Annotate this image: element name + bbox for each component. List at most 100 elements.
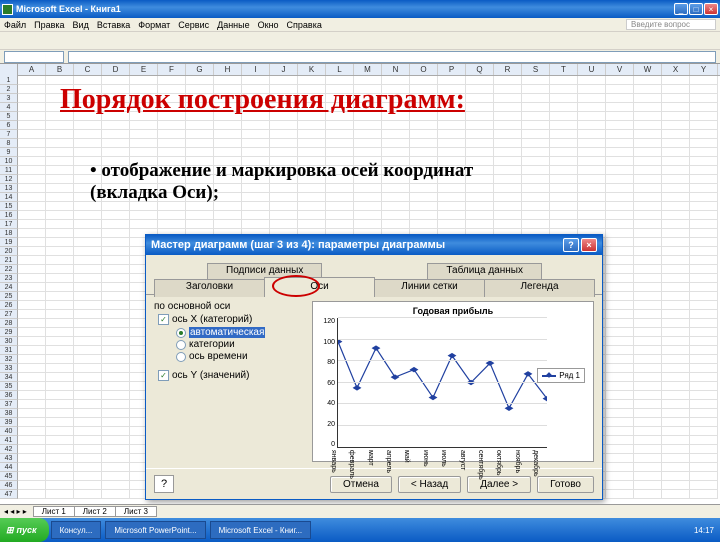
cell[interactable] (550, 220, 578, 229)
row-header[interactable]: 33 (0, 364, 18, 373)
cell[interactable] (270, 139, 298, 148)
col-header[interactable]: N (382, 64, 410, 75)
cell[interactable] (18, 382, 46, 391)
cell[interactable] (550, 193, 578, 202)
cell[interactable] (550, 85, 578, 94)
col-header[interactable]: B (46, 64, 74, 75)
cell[interactable] (634, 472, 662, 481)
cell[interactable] (18, 301, 46, 310)
cell[interactable] (494, 148, 522, 157)
cell[interactable] (578, 148, 606, 157)
cell[interactable] (662, 373, 690, 382)
cell[interactable] (522, 130, 550, 139)
cell[interactable] (298, 148, 326, 157)
cell[interactable] (242, 220, 270, 229)
cell[interactable] (466, 94, 494, 103)
cell[interactable] (662, 355, 690, 364)
col-header[interactable]: J (270, 64, 298, 75)
cell[interactable] (102, 211, 130, 220)
col-header[interactable]: A (18, 64, 46, 75)
tab-axes[interactable]: Оси (264, 277, 375, 295)
cell[interactable] (18, 328, 46, 337)
cell[interactable] (606, 103, 634, 112)
row-header[interactable]: 10 (0, 157, 18, 166)
cell[interactable] (634, 166, 662, 175)
cell[interactable] (606, 256, 634, 265)
cell[interactable] (634, 76, 662, 85)
cell[interactable] (690, 130, 718, 139)
cell[interactable] (46, 427, 74, 436)
cell[interactable] (102, 283, 130, 292)
cell[interactable] (634, 373, 662, 382)
cell[interactable] (690, 418, 718, 427)
cell[interactable] (130, 148, 158, 157)
cell[interactable] (18, 166, 46, 175)
cell[interactable] (690, 229, 718, 238)
cell[interactable] (606, 265, 634, 274)
cell[interactable] (382, 130, 410, 139)
cell[interactable] (74, 256, 102, 265)
cell[interactable] (606, 490, 634, 499)
cell[interactable] (494, 220, 522, 229)
cell[interactable] (634, 409, 662, 418)
row-header[interactable]: 3 (0, 94, 18, 103)
cell[interactable] (634, 202, 662, 211)
cell[interactable] (606, 283, 634, 292)
select-all-corner[interactable] (0, 64, 18, 76)
cell[interactable] (606, 229, 634, 238)
cell[interactable] (690, 112, 718, 121)
cell[interactable] (74, 481, 102, 490)
cell[interactable] (214, 148, 242, 157)
cell[interactable] (606, 274, 634, 283)
cell[interactable] (662, 148, 690, 157)
cell[interactable] (550, 139, 578, 148)
cell[interactable] (662, 472, 690, 481)
cell[interactable] (186, 148, 214, 157)
cell[interactable] (46, 481, 74, 490)
col-header[interactable]: I (242, 64, 270, 75)
cell[interactable] (102, 256, 130, 265)
cell[interactable] (74, 436, 102, 445)
col-header[interactable]: X (662, 64, 690, 75)
cell[interactable] (410, 121, 438, 130)
row-header[interactable]: 44 (0, 463, 18, 472)
row-header[interactable]: 21 (0, 256, 18, 265)
row-header[interactable]: 42 (0, 445, 18, 454)
sheet-nav-icons[interactable]: ◂ ◂ ▸ ▸ (4, 507, 27, 516)
cell[interactable] (18, 418, 46, 427)
cell[interactable] (690, 355, 718, 364)
cell[interactable] (662, 175, 690, 184)
cell[interactable] (46, 463, 74, 472)
cell[interactable] (606, 445, 634, 454)
cell[interactable] (74, 463, 102, 472)
cell[interactable] (522, 94, 550, 103)
cell[interactable] (102, 409, 130, 418)
sheet-tab[interactable]: Лист 2 (74, 506, 116, 517)
cell[interactable] (46, 319, 74, 328)
help-question-input[interactable]: Введите вопрос (626, 19, 716, 30)
row-header[interactable]: 30 (0, 337, 18, 346)
cell[interactable] (354, 130, 382, 139)
cell[interactable] (494, 130, 522, 139)
col-header[interactable]: V (606, 64, 634, 75)
row-header[interactable]: 9 (0, 148, 18, 157)
finish-button[interactable]: Готово (537, 476, 594, 493)
cell[interactable] (18, 292, 46, 301)
cell[interactable] (522, 193, 550, 202)
cell[interactable] (606, 481, 634, 490)
cell[interactable] (606, 238, 634, 247)
cell[interactable] (606, 391, 634, 400)
cell[interactable] (158, 130, 186, 139)
cell[interactable] (606, 427, 634, 436)
dialog-close-button[interactable]: × (581, 238, 597, 252)
cell[interactable] (690, 247, 718, 256)
cell[interactable] (606, 364, 634, 373)
cell[interactable] (522, 112, 550, 121)
row-header[interactable]: 15 (0, 202, 18, 211)
cell[interactable] (690, 373, 718, 382)
cell[interactable] (690, 454, 718, 463)
cell[interactable] (102, 139, 130, 148)
row-header[interactable]: 1 (0, 76, 18, 85)
cell[interactable] (102, 463, 130, 472)
cell[interactable] (46, 373, 74, 382)
